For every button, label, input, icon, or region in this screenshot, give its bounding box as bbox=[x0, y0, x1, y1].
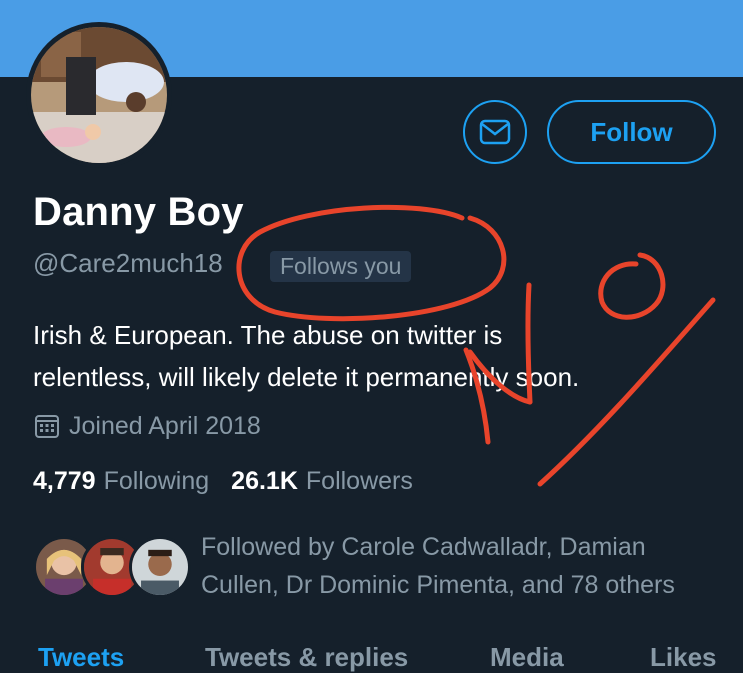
calendar-icon bbox=[33, 412, 61, 440]
envelope-icon bbox=[479, 119, 511, 145]
avatar bbox=[129, 536, 191, 598]
bio-line: relentless, will likely delete it perman… bbox=[33, 362, 580, 392]
followers-label[interactable]: Followers bbox=[306, 467, 413, 496]
tab-tweets-replies[interactable]: Tweets & replies bbox=[205, 642, 408, 673]
profile-bio: Irish & European. The abuse on twitter i… bbox=[33, 314, 723, 398]
profile-tabs: Tweets Tweets & replies Media Likes bbox=[0, 636, 743, 672]
followed-by-text[interactable]: Followed by Carole Cadwalladr, Damian Cu… bbox=[201, 528, 731, 604]
profile-avatar[interactable] bbox=[26, 22, 172, 168]
joined-label: Joined April 2018 bbox=[69, 411, 261, 440]
follows-you-badge: Follows you bbox=[270, 251, 412, 282]
display-name: Danny Boy bbox=[33, 190, 244, 234]
mutual-followers-avatars[interactable] bbox=[33, 536, 191, 600]
joined-date: Joined April 2018 bbox=[33, 410, 261, 442]
avatar-photo bbox=[31, 27, 167, 163]
followed-by-line: Cullen, Dr Dominic Pimenta, and 78 other… bbox=[201, 571, 675, 599]
user-handle: @Care2much18 bbox=[33, 248, 223, 278]
tab-tweets[interactable]: Tweets bbox=[38, 642, 124, 673]
bio-line: Irish & European. The abuse on twitter i… bbox=[33, 320, 503, 350]
following-count[interactable]: 4,779 bbox=[33, 467, 96, 496]
following-label[interactable]: Following bbox=[104, 467, 210, 496]
follow-stats: 4,779 Following 26.1K Followers bbox=[33, 467, 413, 496]
message-button[interactable] bbox=[463, 100, 527, 164]
followers-count[interactable]: 26.1K bbox=[231, 467, 298, 496]
tab-media[interactable]: Media bbox=[490, 642, 564, 673]
followed-by-line: Followed by Carole Cadwalladr, Damian bbox=[201, 533, 646, 561]
tab-likes[interactable]: Likes bbox=[650, 642, 717, 673]
follow-button[interactable]: Follow bbox=[547, 100, 716, 164]
